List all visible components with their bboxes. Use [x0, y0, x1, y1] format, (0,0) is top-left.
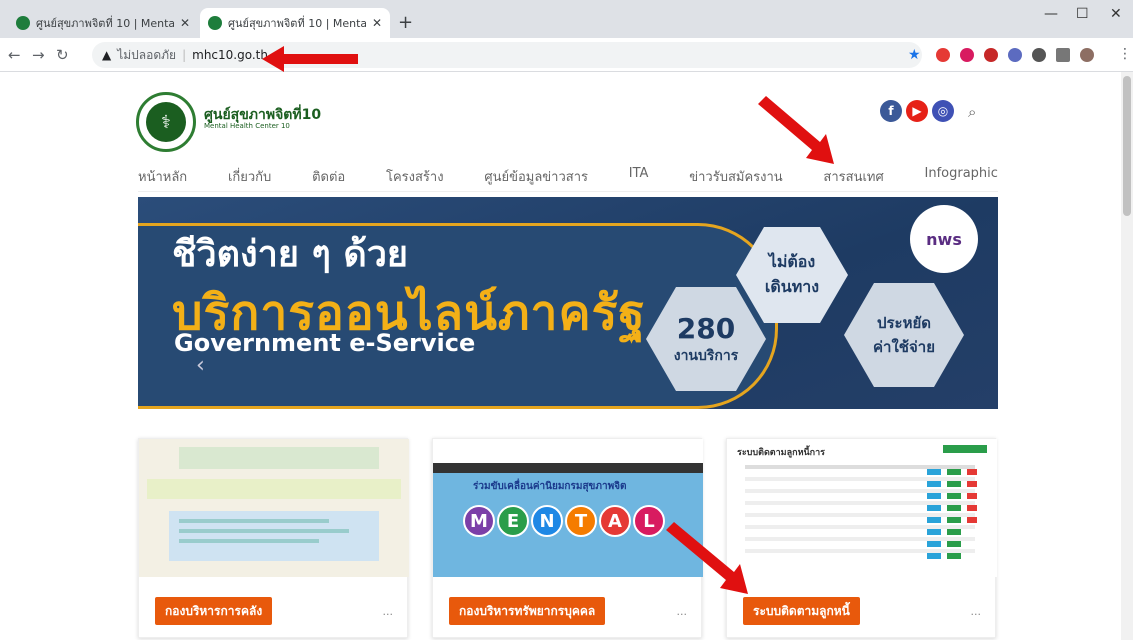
new-tab-icon[interactable]: + [398, 12, 413, 33]
banner-subtitle: Government e-Service [174, 329, 476, 357]
close-window-icon[interactable]: ✕ [1110, 6, 1122, 22]
banner-headline: ชีวิตง่าย ๆ ด้วย [172, 234, 409, 275]
reading-list-icon[interactable] [1056, 48, 1070, 62]
thumb-caption: ร่วมขับเคลื่อนค่านิยมกรมสุขภาพจิต [473, 481, 627, 492]
warning-icon: ▲ [102, 48, 112, 62]
bookmark-star-icon[interactable]: ★ [908, 47, 921, 63]
nav-item-contact[interactable]: ติดต่อ [312, 166, 345, 191]
hex-number: 280 [676, 311, 736, 345]
hero-banner[interactable]: ชีวิตง่าย ๆ ด้วย บริการออนไลน์ภาครัฐ Gov… [138, 197, 998, 409]
card-thumbnail [139, 439, 409, 577]
site-logo[interactable]: ⚕ [136, 92, 196, 152]
nav-item-ita[interactable]: ITA [629, 166, 649, 191]
extension-opera-icon[interactable] [936, 48, 950, 62]
browser-tab-1[interactable]: ศูนย์สุขภาพจิตที่ 10 | Mental Health ✕ [8, 8, 198, 38]
nav-item-infographic[interactable]: Infographic [925, 166, 998, 191]
address-bar-row: ← → ↻ ▲ ไม่ปลอดภัย | mhc10.go.th ★ ⋮ [0, 38, 1133, 72]
nav-item-home[interactable]: หน้าหลัก [138, 166, 187, 191]
hex-text: เดินทาง [764, 277, 820, 296]
thumb-caption: ระบบติดตามลูกหนี้การ [737, 448, 826, 458]
extensions-puzzle-icon[interactable] [1032, 48, 1046, 62]
extension-check-icon[interactable] [1008, 48, 1022, 62]
site-favicon-icon [208, 16, 222, 30]
tab-title: ศูนย์สุขภาพจิตที่ 10 | Mental Health [228, 17, 366, 30]
letter-badge: E [497, 505, 529, 537]
forward-icon[interactable]: → [32, 46, 45, 64]
facebook-icon[interactable]: f [880, 100, 902, 122]
adblock-icon[interactable] [984, 48, 998, 62]
nav-item-info-center[interactable]: ศูนย์ข้อมูลข่าวสาร [484, 166, 588, 191]
divider: | [182, 48, 187, 62]
hex-text: ประหยัด [876, 314, 932, 332]
card-debtor[interactable]: ระบบติดตามลูกหนี้การ ระบบติดตามลูกหนี้ .… [726, 438, 997, 638]
profile-avatar[interactable] [1080, 48, 1094, 62]
back-icon[interactable]: ← [8, 46, 21, 64]
letter-badge: M [463, 505, 495, 537]
reload-icon[interactable]: ↻ [56, 46, 69, 64]
caduceus-icon: ⚕ [146, 102, 186, 142]
finance-button[interactable]: กองบริหารการคลัง [155, 597, 273, 625]
scroll-thumb[interactable] [1123, 76, 1131, 216]
browser-tab-2[interactable]: ศูนย์สุขภาพจิตที่ 10 | Mental Health ✕ [200, 8, 390, 38]
close-tab-icon[interactable]: ✕ [372, 16, 382, 30]
extension-icon[interactable] [960, 48, 974, 62]
minimize-icon[interactable]: — [1044, 6, 1058, 22]
url-text: mhc10.go.th [192, 48, 268, 62]
debtor-tracking-button[interactable]: ระบบติดตามลูกหนี้ [743, 597, 860, 625]
more-link[interactable]: ... [383, 605, 394, 618]
nav-item-jobs[interactable]: ข่าวรับสมัครงาน [689, 166, 782, 191]
page-scrollbar[interactable] [1121, 72, 1133, 640]
youtube-icon[interactable]: ▶ [906, 100, 928, 122]
annotation-arrow-card [666, 522, 748, 594]
letter-badge: T [565, 505, 597, 537]
letter-badge: L [633, 505, 665, 537]
security-label: ไม่ปลอดภัย [117, 47, 177, 62]
nav-item-information[interactable]: สารสนเทศ [823, 166, 883, 191]
omnibox[interactable]: ▲ ไม่ปลอดภัย | mhc10.go.th [92, 42, 922, 68]
letter-badge: N [531, 505, 563, 537]
search-icon[interactable]: ⌕ [968, 103, 976, 121]
hex-text: ไม่ต้อง [768, 252, 816, 271]
more-link[interactable]: ... [971, 605, 982, 618]
instagram-icon[interactable]: ◎ [932, 100, 954, 122]
annotation-arrow-url [262, 46, 358, 72]
letter-badge: A [599, 505, 631, 537]
hr-button[interactable]: กองบริหารทรัพยากรบุคคล [449, 597, 606, 625]
tab-strip: ศูนย์สุขภาพจิตที่ 10 | Mental Health ✕ ศ… [0, 0, 1133, 38]
hex-text: งานบริการ [673, 347, 739, 364]
card-thumbnail: ระบบติดตามลูกหนี้การ [727, 439, 997, 577]
site-favicon-icon [16, 16, 30, 30]
close-tab-icon[interactable]: ✕ [180, 16, 190, 30]
section-gap [0, 410, 1133, 434]
nws-logo: nws [910, 205, 978, 273]
brand-subtitle: Mental Health Center 10 [204, 122, 290, 130]
feature-hex-save: ประหยัด ค่าใช้จ่าย [844, 283, 964, 387]
hex-text: ค่าใช้จ่าย [873, 338, 935, 356]
tab-title: ศูนย์สุขภาพจิตที่ 10 | Mental Health [36, 17, 174, 30]
main-navigation: หน้าหลัก เกี่ยวกับ ติดต่อ โครงสร้าง ศูนย… [138, 166, 998, 192]
maximize-icon[interactable]: ☐ [1076, 6, 1089, 22]
nav-item-structure[interactable]: โครงสร้าง [386, 166, 444, 191]
more-link[interactable]: ... [677, 605, 688, 618]
browser-menu-icon[interactable]: ⋮ [1118, 46, 1132, 62]
card-finance[interactable]: กองบริหารการคลัง ... [138, 438, 409, 638]
annotation-arrow-nav [758, 96, 834, 164]
nav-item-about[interactable]: เกี่ยวกับ [228, 166, 271, 191]
carousel-prev-icon[interactable]: ‹ [196, 353, 205, 378]
